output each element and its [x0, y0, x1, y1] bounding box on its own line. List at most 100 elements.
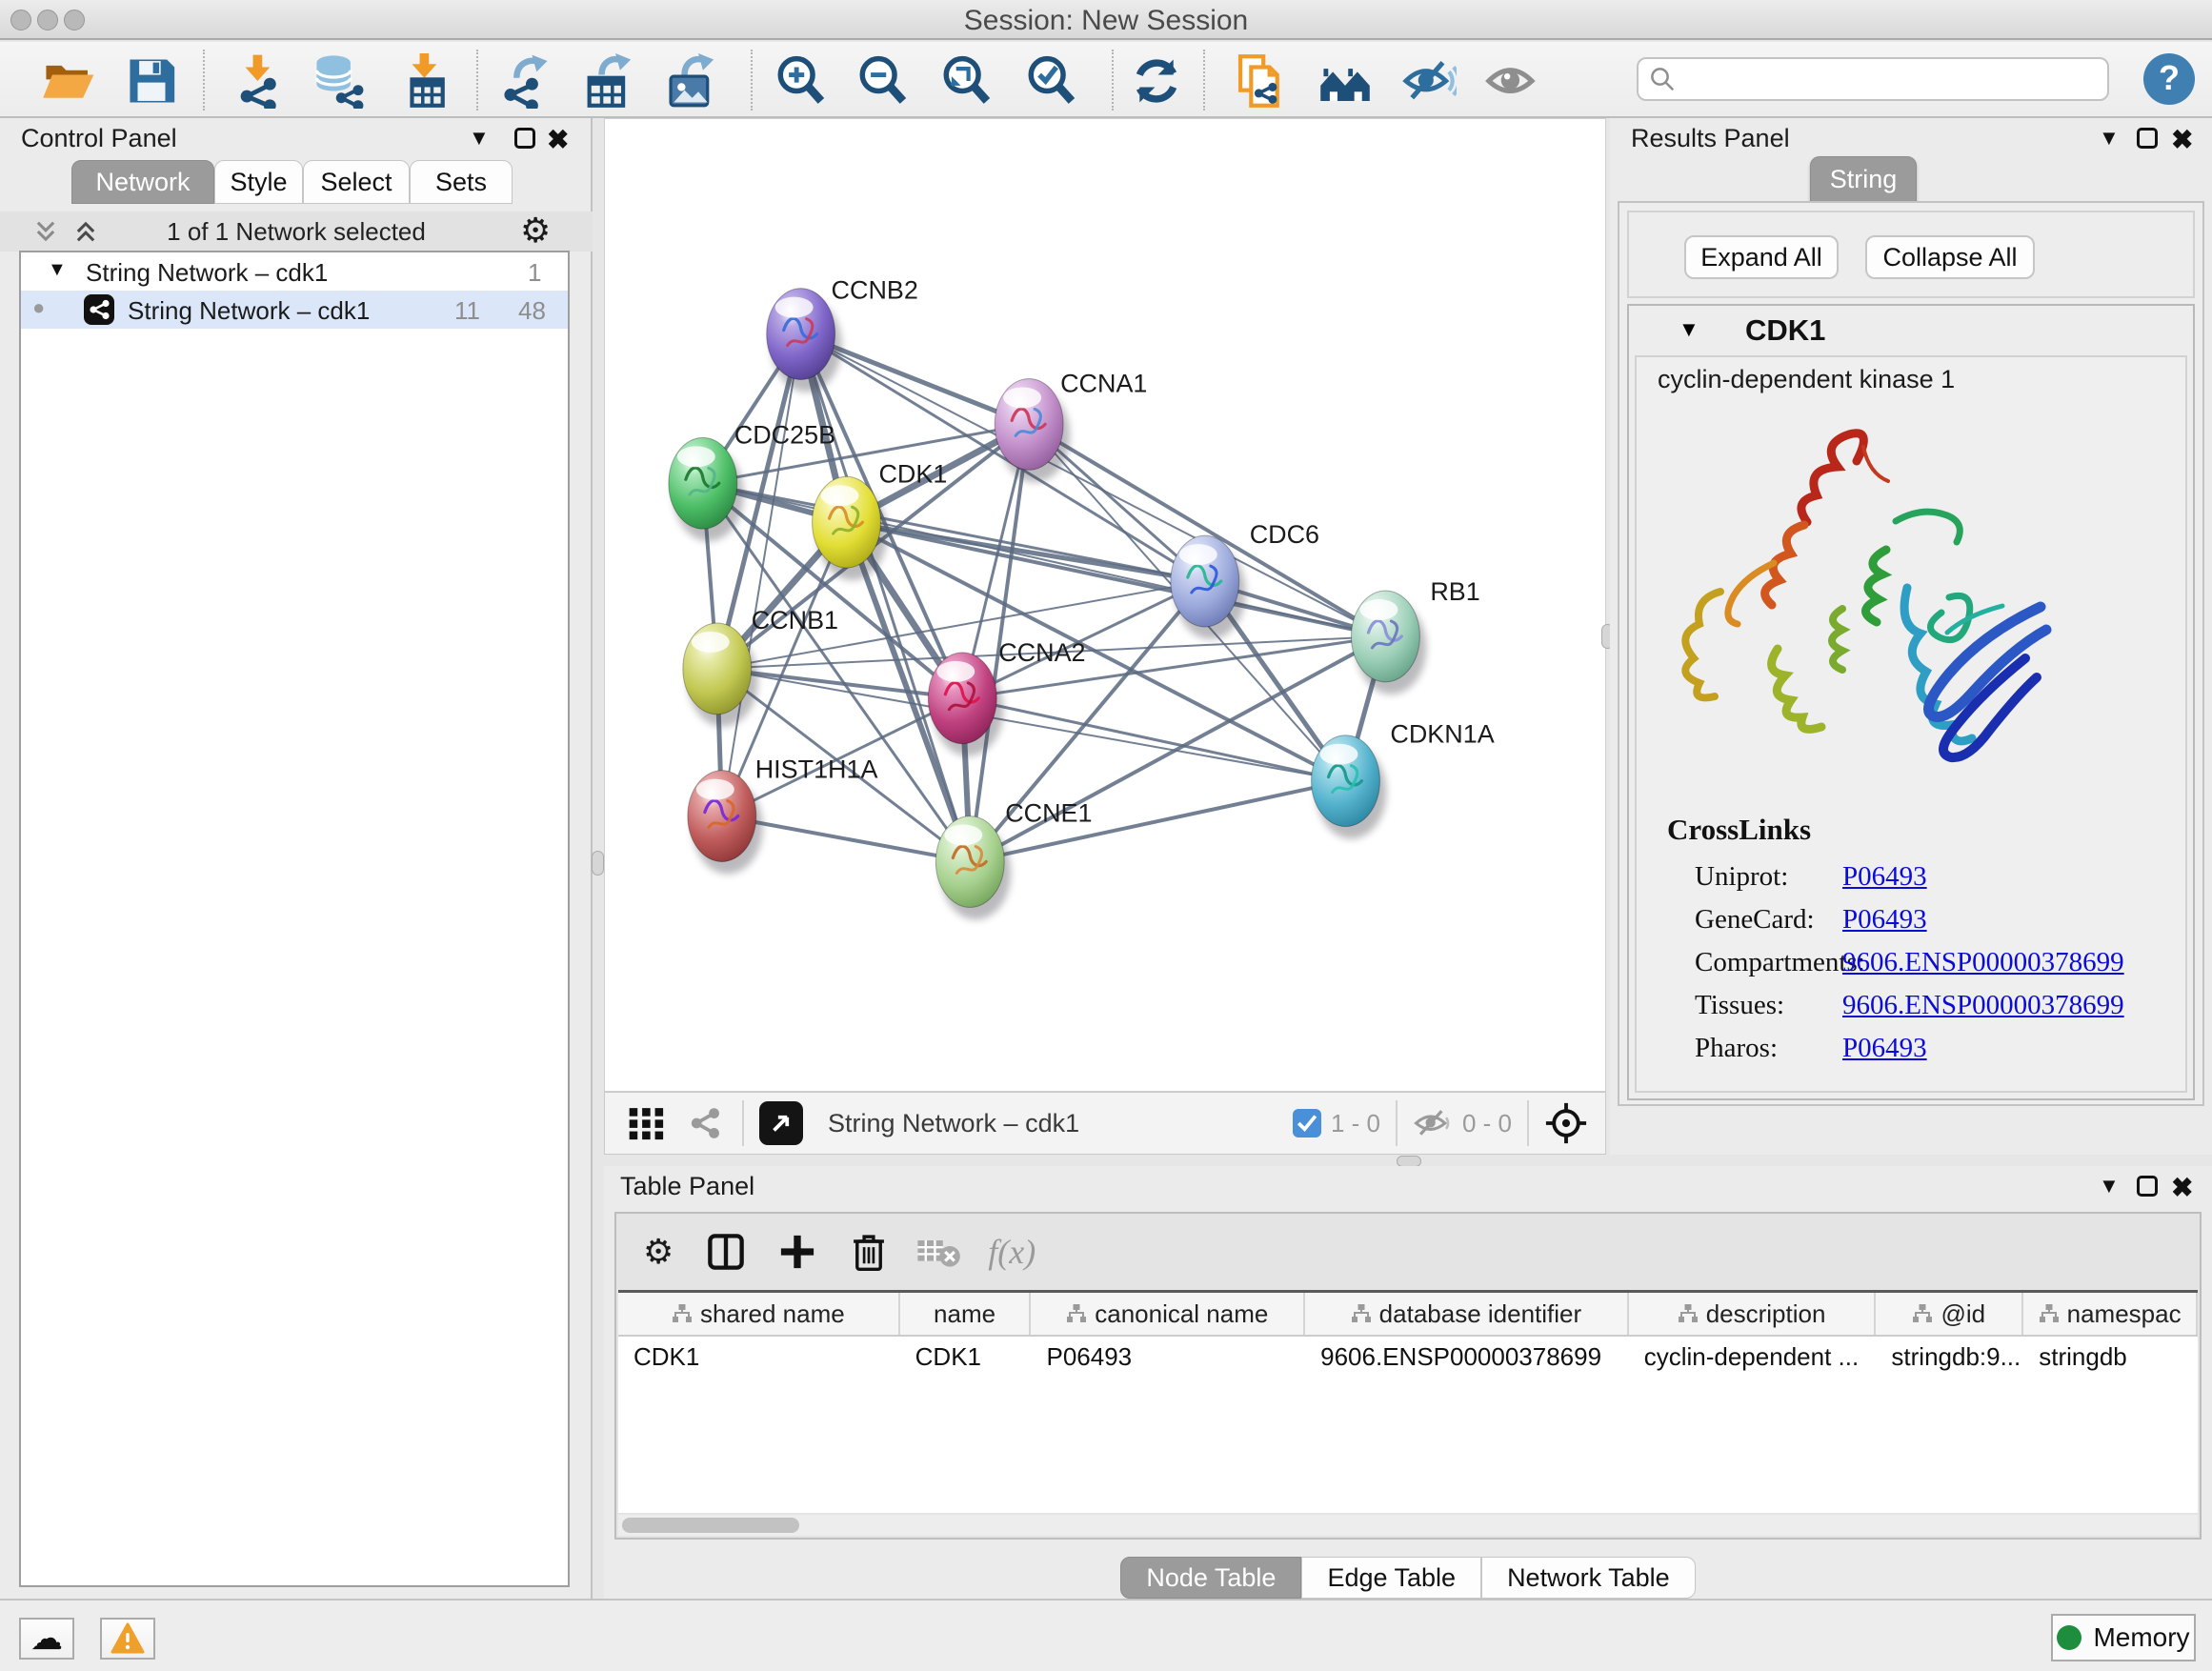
zoom-in-icon[interactable] — [774, 53, 829, 109]
delete-column-icon[interactable] — [849, 1231, 889, 1273]
crosslink-link[interactable]: P06493 — [1842, 904, 1927, 936]
import-database-icon[interactable] — [311, 53, 366, 109]
close-panel-icon[interactable]: ✖ — [547, 124, 569, 155]
close-panel-icon[interactable]: ✖ — [2171, 124, 2193, 155]
cell-shared-name[interactable]: CDK1 — [618, 1337, 900, 1379]
cell-database-identifier[interactable]: 9606.ENSP00000378699 — [1305, 1337, 1629, 1379]
hidden-eye-icon[interactable] — [1413, 1107, 1453, 1139]
column-header-database-identifier[interactable]: database identifier — [1305, 1293, 1629, 1335]
function-builder-icon[interactable]: f(x) — [988, 1232, 1036, 1272]
save-session-icon[interactable] — [124, 53, 179, 109]
hide-selected-icon[interactable] — [1401, 53, 1457, 109]
node-CDC6[interactable] — [1171, 535, 1246, 639]
network-options-gear-icon[interactable]: ⚙ — [520, 213, 551, 248]
node-CCNA1[interactable] — [995, 378, 1070, 482]
tab-node-table[interactable]: Node Table — [1120, 1557, 1301, 1599]
zoom-fit-icon[interactable] — [939, 53, 995, 109]
birds-eye-view-icon[interactable] — [1544, 1101, 1588, 1145]
tab-select[interactable]: Select — [303, 160, 410, 204]
column-header-description[interactable]: description — [1629, 1293, 1877, 1335]
open-session-icon[interactable] — [40, 53, 95, 109]
clone-network-icon[interactable] — [1233, 53, 1288, 109]
crosslink-link[interactable]: 9606.ENSP00000378699 — [1842, 947, 2124, 978]
node-CDK1[interactable] — [813, 476, 888, 580]
edge-CCNA2-CDKN1A[interactable] — [962, 698, 1345, 781]
open-in-window-icon[interactable] — [759, 1101, 803, 1145]
add-column-icon[interactable] — [776, 1231, 818, 1273]
node-CCNA2[interactable] — [928, 653, 1003, 756]
tab-string[interactable]: String — [1810, 156, 1917, 202]
panel-menu-icon[interactable]: ▼ — [469, 126, 490, 151]
selected-node-edge-count: 1 - 0 — [1331, 1109, 1380, 1138]
network-collection-row[interactable]: ▼ String Network – cdk1 1 — [21, 252, 568, 291]
export-image-icon[interactable] — [663, 53, 718, 109]
import-table-icon[interactable] — [398, 53, 453, 109]
float-panel-icon[interactable] — [2137, 1176, 2158, 1197]
table-options-gear-icon[interactable]: ⚙ — [643, 1235, 674, 1269]
node-RB1[interactable] — [1351, 591, 1426, 695]
edge-CCNB2-HIST1H1A[interactable] — [722, 334, 801, 816]
cloud-status-button[interactable]: ☁ — [19, 1618, 74, 1660]
import-network-icon[interactable] — [231, 53, 287, 109]
zoom-selected-icon[interactable] — [1024, 53, 1079, 109]
delete-table-icon[interactable] — [915, 1233, 961, 1271]
column-header-shared-name[interactable]: shared name — [618, 1293, 900, 1335]
memory-button[interactable]: Memory — [2051, 1614, 2196, 1661]
cell--id[interactable]: stringdb:9... — [1876, 1337, 2023, 1379]
crosslink-link[interactable]: 9606.ENSP00000378699 — [1842, 990, 2124, 1021]
entry-header[interactable]: ▼ CDK1 — [1629, 306, 2193, 353]
crosslink-link[interactable]: P06493 — [1842, 861, 1927, 893]
column-header-canonical-name[interactable]: canonical name — [1031, 1293, 1305, 1335]
network-row-selected[interactable]: ● String Network – cdk1 11 48 — [21, 291, 568, 329]
entry-caret-icon[interactable]: ▼ — [1679, 317, 1699, 342]
node-HIST1H1A[interactable] — [688, 771, 763, 875]
vertical-splitter-handle[interactable] — [592, 851, 604, 876]
selected-checkbox-icon[interactable] — [1293, 1109, 1321, 1137]
table-row[interactable]: CDK1CDK1P064939606.ENSP00000378699cyclin… — [618, 1337, 2198, 1379]
warnings-button[interactable] — [100, 1618, 155, 1660]
node-CCNE1[interactable] — [935, 816, 1011, 920]
table-horizontal-scrollbar[interactable] — [618, 1515, 2198, 1536]
expand-all-button[interactable]: Expand All — [1684, 235, 1839, 279]
tab-edge-table[interactable]: Edge Table — [1301, 1557, 1481, 1599]
node-label-CCNA2: CCNA2 — [998, 638, 1085, 667]
home-icon[interactable] — [1317, 53, 1373, 109]
column-header-namespac[interactable]: namespac — [2023, 1293, 2198, 1335]
window-titlebar: Session: New Session — [0, 0, 2212, 40]
tab-network[interactable]: Network — [71, 160, 214, 204]
cell-name[interactable]: CDK1 — [900, 1337, 1032, 1379]
crosslink-link[interactable]: P06493 — [1842, 1033, 1927, 1064]
cell-canonical-name[interactable]: P06493 — [1031, 1337, 1305, 1379]
toolbar-separator — [203, 50, 205, 111]
tab-sets[interactable]: Sets — [410, 160, 513, 204]
panel-menu-icon[interactable]: ▼ — [2099, 1174, 2120, 1198]
column-header-name[interactable]: name — [900, 1293, 1032, 1335]
close-panel-icon[interactable]: ✖ — [2171, 1172, 2193, 1203]
help-button[interactable]: ? — [2143, 53, 2195, 105]
share-view-icon[interactable] — [685, 1102, 727, 1144]
collapse-all-button[interactable]: Collapse All — [1865, 235, 2035, 279]
tree-caret-icon[interactable]: ▼ — [48, 259, 67, 281]
toolbar-separator — [1112, 50, 1114, 111]
refresh-icon[interactable] — [1129, 53, 1184, 109]
show-all-icon[interactable] — [1484, 53, 1539, 109]
panel-menu-icon[interactable]: ▼ — [2099, 126, 2120, 151]
tab-style[interactable]: Style — [214, 160, 303, 204]
export-network-icon[interactable] — [498, 53, 553, 109]
node-label-RB1: RB1 — [1430, 577, 1479, 606]
cell-description[interactable]: cyclin-dependent ... — [1629, 1337, 1877, 1379]
cell-namespac[interactable]: stringdb — [2023, 1337, 2198, 1379]
column-header--id[interactable]: @id — [1876, 1293, 2023, 1335]
node-CDKN1A[interactable] — [1312, 735, 1387, 839]
node-CDC25B[interactable] — [669, 437, 744, 541]
export-table-icon[interactable] — [580, 53, 635, 109]
search-input[interactable] — [1684, 65, 2098, 94]
float-panel-icon[interactable] — [514, 128, 535, 149]
grid-view-icon[interactable] — [626, 1102, 668, 1144]
scrollbar-thumb[interactable] — [622, 1518, 799, 1533]
show-column-icon[interactable] — [704, 1230, 748, 1274]
zoom-out-icon[interactable] — [855, 53, 911, 109]
tab-network-table[interactable]: Network Table — [1481, 1557, 1696, 1599]
network-canvas[interactable]: CCNB2CCNA1CDC25BCDK1CDC6RB1CCNB1CCNA2CDK… — [604, 118, 1606, 1092]
float-panel-icon[interactable] — [2137, 128, 2158, 149]
